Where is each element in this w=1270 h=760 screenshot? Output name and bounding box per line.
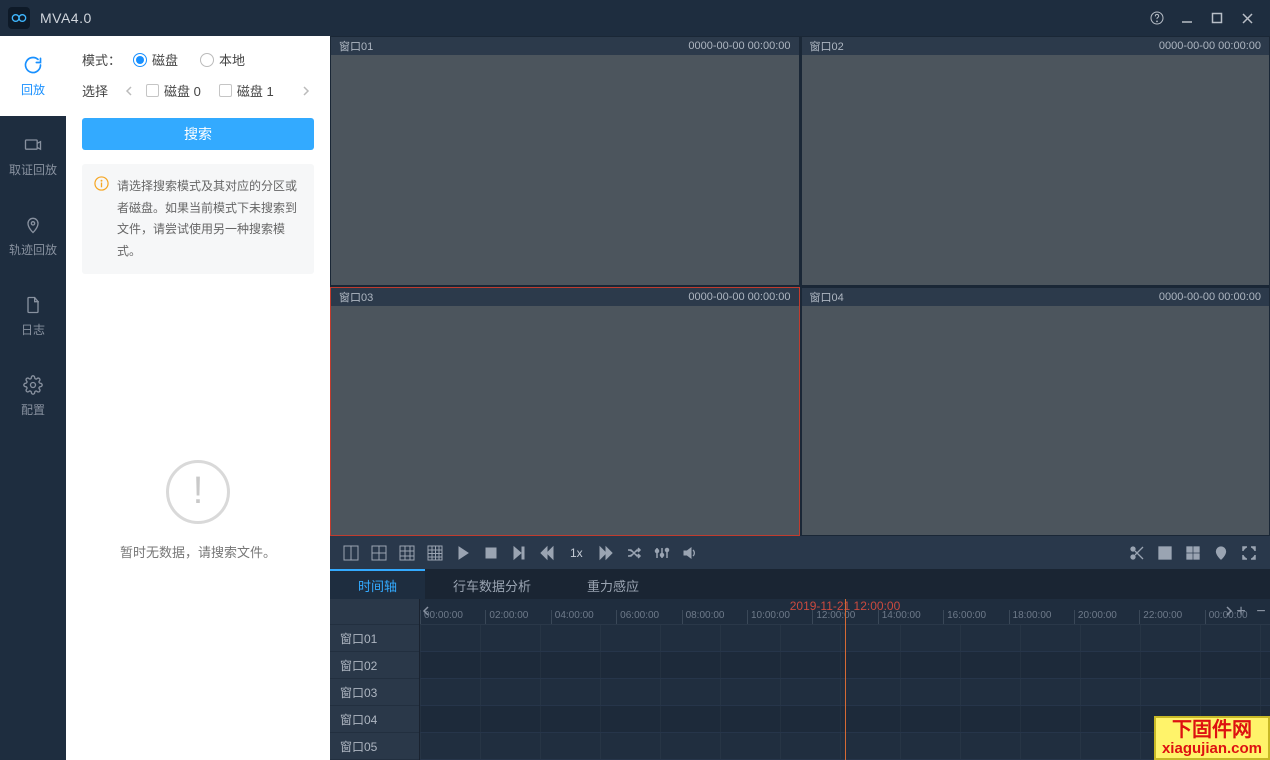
- viewport-4[interactable]: 窗口040000-00-00 00:00:00: [801, 287, 1270, 537]
- ruler-tick: 20:00:00: [1074, 610, 1139, 624]
- app-title: MVA4.0: [40, 10, 92, 26]
- side-panel: 模式： 磁盘 本地 选择 磁盘 0 磁盘 1 搜索 请选择搜索模式及其对应的分区…: [66, 36, 330, 760]
- timeline-row-label: 窗口01: [330, 625, 419, 652]
- timeline-body[interactable]: 2019-11-21 12:00:00 00:00:0002:00:0004:0…: [420, 599, 1270, 760]
- radio-local[interactable]: 本地: [200, 50, 245, 69]
- zoom-in-icon[interactable]: +: [1234, 603, 1248, 621]
- playhead[interactable]: [845, 599, 846, 760]
- empty-state: ! 暂时无数据，请搜索文件。: [82, 274, 314, 746]
- select-label: 选择: [82, 81, 108, 100]
- ruler-tick: 04:00:00: [551, 610, 616, 624]
- layout-4-icon[interactable]: [424, 542, 446, 564]
- nav-track-playback[interactable]: 轨迹回放: [0, 196, 66, 276]
- step-icon[interactable]: [508, 542, 530, 564]
- search-button[interactable]: 搜索: [82, 118, 314, 150]
- speed-label: 1x: [564, 546, 589, 560]
- close-icon[interactable]: [1232, 3, 1262, 33]
- checkbox-disk1[interactable]: 磁盘 1: [219, 81, 274, 100]
- forward-icon[interactable]: [595, 542, 617, 564]
- main-area: 窗口010000-00-00 00:00:00 窗口020000-00-00 0…: [330, 36, 1270, 760]
- nav-rail: 回放 取证回放 轨迹回放 日志 配置: [0, 36, 66, 760]
- nav-label: 配置: [21, 401, 45, 418]
- tab-drive-data[interactable]: 行车数据分析: [425, 569, 559, 599]
- checkbox-disk0[interactable]: 磁盘 0: [146, 81, 201, 100]
- grid-icon[interactable]: [1182, 542, 1204, 564]
- watermark: 下固件网 xiagujian.com: [1154, 716, 1270, 760]
- info-text: 请选择搜索模式及其对应的分区或者磁盘。如果当前模式下未搜索到文件，请尝试使用另一…: [117, 176, 302, 262]
- ruler-tick: 14:00:00: [878, 610, 943, 624]
- timeline-labels: 窗口01 窗口02 窗口03 窗口04 窗口05: [330, 599, 420, 760]
- ruler-prev-icon[interactable]: [420, 603, 434, 619]
- export-icon[interactable]: [1154, 542, 1176, 564]
- sliders-icon[interactable]: [651, 542, 673, 564]
- mode-label: 模式：: [82, 50, 121, 69]
- info-icon: [94, 176, 109, 191]
- nav-label: 轨迹回放: [9, 241, 57, 258]
- tab-timeline[interactable]: 时间轴: [330, 569, 425, 599]
- timeline-row-label: 窗口03: [330, 679, 419, 706]
- ruler-tick: 06:00:00: [616, 610, 681, 624]
- tab-gravity[interactable]: 重力感应: [559, 569, 667, 599]
- chevron-right-icon[interactable]: [296, 82, 314, 100]
- help-icon[interactable]: [1142, 3, 1172, 33]
- nav-label: 日志: [21, 321, 45, 338]
- scissors-icon[interactable]: [1126, 542, 1148, 564]
- timeline-row-label: 窗口04: [330, 706, 419, 733]
- rewind-icon[interactable]: [536, 542, 558, 564]
- timeline-row-label: 窗口02: [330, 652, 419, 679]
- layout-1-icon[interactable]: [340, 542, 362, 564]
- timeline-row-label: 窗口05: [330, 733, 419, 760]
- play-icon[interactable]: [452, 542, 474, 564]
- maximize-icon[interactable]: [1202, 3, 1232, 33]
- viewport-3[interactable]: 窗口030000-00-00 00:00:00: [330, 287, 800, 537]
- volume-icon[interactable]: [679, 542, 701, 564]
- zoom-out-icon[interactable]: −: [1254, 603, 1268, 621]
- ruler-tick: 22:00:00: [1139, 610, 1204, 624]
- info-box: 请选择搜索模式及其对应的分区或者磁盘。如果当前模式下未搜索到文件，请尝试使用另一…: [82, 164, 314, 274]
- nav-label: 取证回放: [9, 161, 57, 178]
- viewport-2[interactable]: 窗口020000-00-00 00:00:00: [801, 36, 1270, 286]
- ruler-tick: 08:00:00: [682, 610, 747, 624]
- ruler-tick: 16:00:00: [943, 610, 1008, 624]
- bottom-tabs: 时间轴 行车数据分析 重力感应: [330, 569, 1270, 599]
- empty-text: 暂时无数据，请搜索文件。: [120, 542, 276, 561]
- fullscreen-icon[interactable]: [1238, 542, 1260, 564]
- titlebar: MVA4.0: [0, 0, 1270, 36]
- viewport-1[interactable]: 窗口010000-00-00 00:00:00: [330, 36, 800, 286]
- stop-icon[interactable]: [480, 542, 502, 564]
- chevron-left-icon[interactable]: [120, 82, 138, 100]
- timeline: 窗口01 窗口02 窗口03 窗口04 窗口05 2019-11-21 12:0…: [330, 599, 1270, 760]
- minimize-icon[interactable]: [1172, 3, 1202, 33]
- viewport-grid: 窗口010000-00-00 00:00:00 窗口020000-00-00 0…: [330, 36, 1270, 536]
- nav-config[interactable]: 配置: [0, 356, 66, 436]
- nav-playback[interactable]: 回放: [0, 36, 66, 116]
- ruler-tick: 10:00:00: [747, 610, 812, 624]
- layout-2-icon[interactable]: [368, 542, 390, 564]
- app-logo: [8, 7, 30, 29]
- ruler-tick: 18:00:00: [1009, 610, 1074, 624]
- nav-log[interactable]: 日志: [0, 276, 66, 356]
- location-icon[interactable]: [1210, 542, 1232, 564]
- radio-disk[interactable]: 磁盘: [133, 50, 178, 69]
- ruler-tick: 02:00:00: [485, 610, 550, 624]
- nav-label: 回放: [21, 81, 45, 98]
- player-toolbar: 1x: [330, 536, 1270, 569]
- exclaim-icon: !: [166, 460, 230, 524]
- nav-evidence-playback[interactable]: 取证回放: [0, 116, 66, 196]
- shuffle-icon[interactable]: [623, 542, 645, 564]
- layout-3-icon[interactable]: [396, 542, 418, 564]
